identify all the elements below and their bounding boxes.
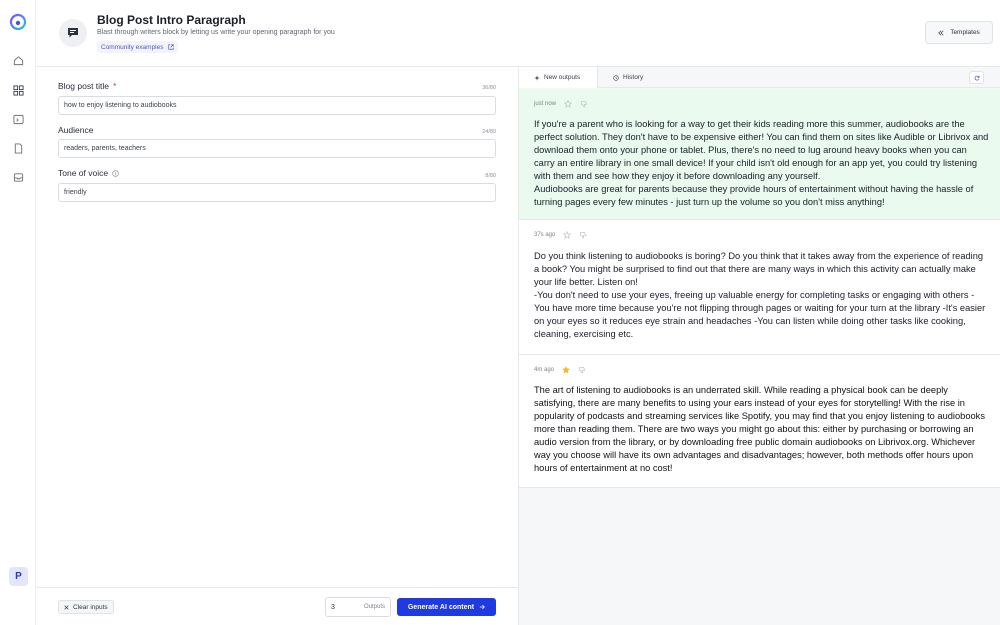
app-logo-icon[interactable]	[9, 13, 27, 31]
tone-label-text: Tone of voice	[58, 168, 109, 178]
external-link-icon	[167, 44, 174, 50]
arrow-right-icon	[479, 604, 485, 610]
clear-inputs-button[interactable]: Clear inputs	[58, 600, 114, 614]
star-filled-icon[interactable]	[562, 366, 570, 374]
thumbs-down-icon[interactable]	[579, 231, 587, 239]
avatar[interactable]: P	[9, 567, 28, 586]
blog-title-input[interactable]: how to enjoy listening to audiobooks	[58, 96, 496, 115]
star-icon[interactable]	[563, 231, 572, 239]
audience-label-text: Audience	[58, 125, 94, 135]
generate-button-label: Generate AI content	[407, 603, 475, 611]
output-panel: New outputs History just now If you're a…	[519, 67, 1000, 625]
star-icon[interactable]	[564, 100, 573, 108]
close-icon	[64, 604, 69, 610]
double-chevron-left-icon	[938, 29, 944, 36]
thumbs-down-icon[interactable]	[578, 366, 586, 374]
tab-new-outputs-label: New outputs	[544, 74, 581, 81]
thumbs-down-icon[interactable]	[580, 100, 588, 108]
tab-new-outputs[interactable]: New outputs	[519, 67, 598, 88]
output-meta: 37s ago	[534, 231, 587, 239]
page-header: Blog Post Intro Paragraph Blast through …	[36, 0, 1000, 67]
left-rail: P	[0, 0, 36, 625]
inbox-icon[interactable]	[0, 167, 36, 187]
chat-bubble-icon	[59, 19, 87, 47]
form-footer: Clear inputs 3 Outputs Generate AI conte…	[36, 587, 519, 625]
tone-of-voice-input[interactable]: friendly	[58, 183, 496, 202]
terminal-icon[interactable]	[0, 109, 36, 129]
refresh-button[interactable]	[969, 71, 984, 84]
tone-of-voice-label: Tone of voice	[58, 168, 119, 178]
home-icon[interactable]	[0, 50, 36, 70]
clock-icon	[613, 74, 619, 81]
page-title: Blog Post Intro Paragraph	[97, 13, 246, 27]
output-text[interactable]: Do you think listening to audiobooks is …	[534, 250, 989, 341]
output-timestamp: 37s ago	[534, 232, 556, 238]
output-card: 37s ago Do you think listening to audiob…	[519, 220, 1000, 355]
clear-inputs-label: Clear inputs	[73, 603, 108, 611]
audience-label: Audience	[58, 125, 93, 135]
output-meta: 4m ago	[534, 366, 586, 374]
output-card: just now If you're a parent who is looki…	[519, 89, 1000, 220]
community-examples-link[interactable]: Community examples	[97, 41, 178, 53]
required-marker: *	[113, 81, 117, 91]
community-examples-label: Community examples	[101, 43, 164, 51]
tone-char-count: 8/80	[485, 173, 496, 179]
output-timestamp: 4m ago	[534, 367, 555, 373]
outputs-count-label: Outputs	[363, 604, 385, 610]
outputs-count-value[interactable]: 3	[331, 604, 335, 611]
audience-char-count: 24/80	[482, 129, 496, 135]
generate-ai-content-button[interactable]: Generate AI content	[397, 598, 496, 616]
refresh-icon	[974, 75, 979, 80]
info-icon[interactable]	[112, 169, 119, 177]
grid-icon[interactable]	[0, 80, 36, 100]
document-icon[interactable]	[0, 138, 36, 158]
templates-button-label: Templates	[950, 29, 980, 36]
output-text[interactable]: The art of listening to audiobooks is an…	[534, 384, 989, 475]
sparkle-icon	[534, 74, 540, 81]
blog-title-label-text: Blog post title	[58, 81, 110, 91]
tab-history[interactable]: History	[613, 67, 643, 88]
output-meta: just now	[534, 100, 588, 108]
output-card: 4m ago The art of listening to audiobook…	[519, 355, 1000, 488]
output-tabs: New outputs History	[519, 67, 1000, 88]
output-timestamp: just now	[534, 101, 557, 107]
output-text[interactable]: If you're a parent who is looking for a …	[534, 118, 989, 209]
input-form-panel: Blog post title * 36/80 how to enjoy lis…	[36, 67, 519, 625]
templates-button[interactable]: Templates	[925, 21, 993, 44]
outputs-count-field[interactable]: 3 Outputs	[325, 597, 391, 617]
tab-history-label: History	[623, 74, 644, 81]
page-subtitle: Blast through writers block by letting u…	[97, 29, 335, 36]
blog-title-char-count: 36/80	[482, 85, 496, 91]
blog-title-label: Blog post title *	[58, 81, 116, 91]
audience-input[interactable]: readers, parents, teachers	[58, 139, 496, 158]
